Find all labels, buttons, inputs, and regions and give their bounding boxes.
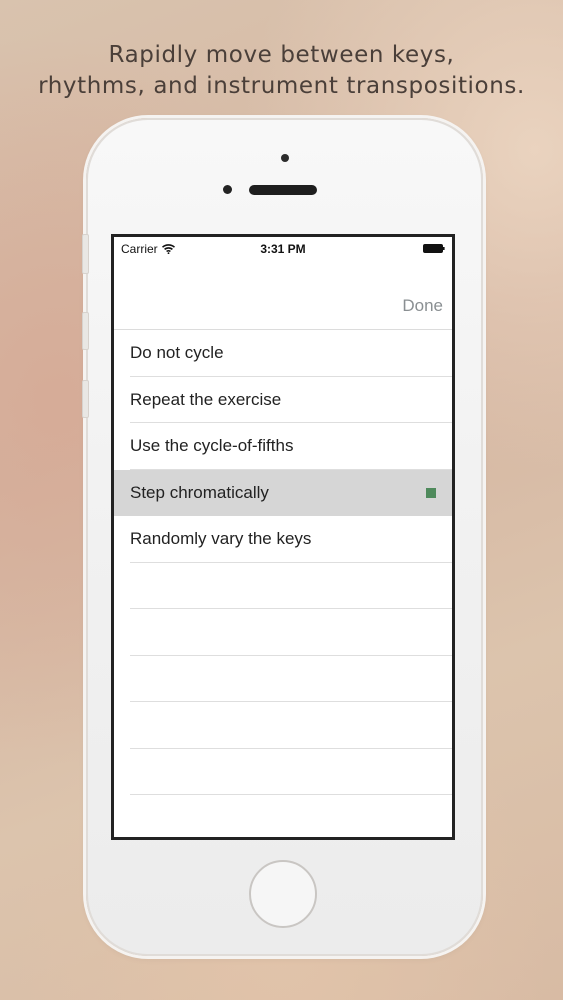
option-label: Do not cycle [130,343,224,362]
volume-up-button [82,312,89,350]
headline: Rapidly move between keys, rhythms, and … [0,40,563,102]
phone-screen: Carrier 3:31 PM Done Do not cycle Repeat… [111,234,455,840]
empty-row [130,749,452,795]
empty-row [130,609,452,656]
headline-line-1: Rapidly move between keys, [108,42,455,68]
option-randomly-vary-keys[interactable]: Randomly vary the keys [130,516,452,563]
option-do-not-cycle[interactable]: Do not cycle [130,330,452,377]
done-button[interactable]: Done [402,296,443,316]
battery-icon [423,244,445,253]
option-cycle-of-fifths[interactable]: Use the cycle-of-fifths [130,423,452,470]
cycle-options-list: Do not cycle Repeat the exercise Use the… [114,330,452,837]
headline-line-2: rhythms, and instrument transpositions. [38,73,525,99]
option-label: Repeat the exercise [130,389,282,409]
camera-icon [281,154,289,162]
option-label: Randomly vary the keys [130,529,312,548]
empty-row [130,795,452,837]
navigation-bar: Done [114,259,452,330]
option-step-chromatically[interactable]: Step chromatically [114,469,452,516]
empty-row [130,702,452,749]
option-repeat-exercise[interactable]: Repeat the exercise [130,377,452,423]
home-button[interactable] [249,860,317,928]
mute-switch [82,234,89,274]
status-time: 3:31 PM [260,242,306,256]
speaker-grille [249,185,317,195]
empty-row [130,656,452,702]
status-bar: Carrier 3:31 PM [114,237,452,259]
front-sensor-icon [223,185,232,194]
option-label: Step chromatically [130,482,269,502]
volume-down-button [82,380,89,418]
empty-row [130,563,452,609]
option-label: Use the cycle-of-fifths [130,436,294,455]
selected-check-icon [426,487,436,498]
